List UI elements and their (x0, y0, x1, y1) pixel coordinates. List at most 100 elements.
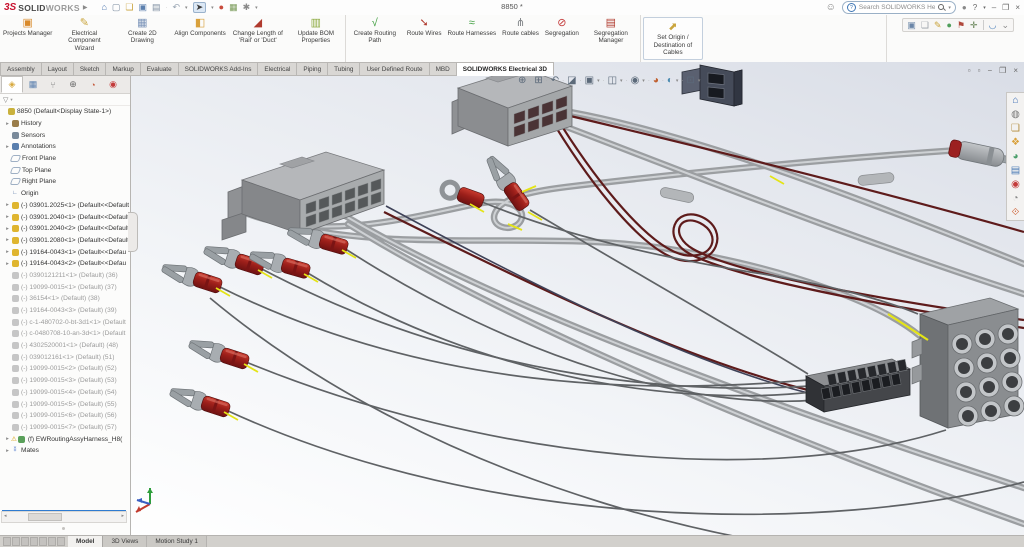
hide-show-items-icon[interactable]: ◉ (631, 75, 640, 86)
tree-item[interactable]: (-) 19099-0015<3> (Default) (53) (0, 375, 130, 387)
twelve-cavity-connector[interactable] (912, 298, 1024, 428)
dropdown-caret-icon[interactable]: ▾ (676, 78, 679, 84)
tab-solidworks-add-ins[interactable]: SOLIDWORKS Add-Ins (179, 62, 259, 76)
align-components-button[interactable]: ◧Align Components (171, 15, 228, 62)
tree-item[interactable]: (-) 4302520001<1> (Default) (48) (0, 340, 130, 352)
scrollbar-thumb[interactable] (28, 513, 62, 521)
file-explorer-icon[interactable]: ❖ (1011, 137, 1020, 148)
view-orientation-icon[interactable]: ▣ (585, 75, 594, 86)
scroll-left-icon[interactable]: ◂ (4, 512, 7, 520)
dropdown-caret-icon[interactable]: ▾ (642, 78, 645, 84)
home-taskpane-icon[interactable]: ⌂ (1012, 95, 1018, 106)
expand-arrow-icon[interactable]: ▸ (4, 448, 11, 454)
set-origin-destination-button[interactable]: ⬈Set Origin / Destination of Cables (643, 17, 703, 60)
panel-flyout-handle[interactable] (128, 212, 138, 252)
tree-item[interactable]: ▸(-) 03901.2040<1> (Default<<Default (0, 211, 130, 223)
projects-manager-button[interactable]: ▣Projects Manager (0, 15, 55, 62)
help-button[interactable]: ? (973, 4, 977, 12)
route-harnesses-button[interactable]: ≈Route Harnesses (444, 15, 499, 62)
tree-item[interactable]: (-) 19164-0043<3> (Default) (39) (0, 305, 130, 317)
dropdown-caret-icon[interactable]: ▾ (597, 78, 600, 84)
tree-filter[interactable]: ▽ ▾ (0, 94, 130, 106)
displaymanager-tab[interactable]: ◔ (83, 77, 103, 92)
zoom-area-icon[interactable]: ⊞ (534, 75, 542, 86)
tree-item[interactable]: (-) 039012161<1> (Default) (51) (0, 351, 130, 363)
configurationmanager-tab[interactable]: ⑂ (43, 77, 63, 92)
tab-tubing[interactable]: Tubing (328, 62, 360, 76)
tree-item[interactable]: 8850 (Default<Display State-1>) (0, 106, 130, 118)
graphics-area[interactable]: ⊕·⊞·↶·◪·▣▾·◫▾·◉▾·◕·◐▾·⊡▾ ▫▫−❐× ⌂◍❏❖◕▤◉◔⟐ (130, 62, 1024, 538)
tree-item[interactable]: (-) 0390121211<1> (Default) (36) (0, 270, 130, 282)
electrical-taskpane-icon[interactable]: ◉ (1011, 179, 1020, 190)
tab-markup[interactable]: Markup (106, 62, 140, 76)
fork-terminal[interactable] (167, 383, 232, 420)
minimize-doc-icon[interactable]: − (987, 66, 992, 75)
create-2d-drawing-button[interactable]: ▦Create 2D Drawing (113, 15, 171, 62)
tab-evaluate[interactable]: Evaluate (141, 62, 179, 76)
collapse-ribbon-icon[interactable]: ⌄ (1001, 20, 1009, 30)
tree-item[interactable]: ▸(-) 03901.2040<2> (Default<<Default (0, 223, 130, 235)
tab-assembly[interactable]: Assembly (0, 62, 42, 76)
tree-item[interactable]: ∟Origin (0, 188, 130, 200)
tree-item[interactable]: Right Plane (0, 176, 130, 188)
model-tab-3d-views[interactable]: 3D Views (103, 536, 147, 547)
segregation-manager-button[interactable]: ▤Segregation Manager (582, 15, 640, 62)
minimize-button[interactable]: – (992, 4, 996, 12)
expand-arrow-icon[interactable]: ▸ (4, 144, 11, 150)
model-tab-motion-study-1[interactable]: Motion Study 1 (147, 536, 207, 547)
propertymanager-tab[interactable]: ▦ (23, 77, 43, 92)
expand-arrow-icon[interactable]: ▸ (4, 436, 11, 442)
help-caret-icon[interactable]: ▾ (983, 4, 986, 12)
change-length-button[interactable]: ◢Change Length of 'Rail' or 'Duct' (229, 15, 287, 62)
featuremanager-tree-tab[interactable]: ◈ (1, 76, 23, 93)
appearances-icon[interactable]: ◕ (1012, 151, 1018, 162)
restore-doc-icon[interactable]: ❐ (999, 66, 1006, 75)
sketch-icon[interactable]: ◡ (989, 20, 997, 30)
electrical-component-wizard-button[interactable]: ✎Electrical Component Wizard (55, 15, 113, 62)
tab-layout[interactable]: Layout (42, 62, 74, 76)
new-window-icon[interactable]: ▫ (968, 66, 971, 75)
feedback-smiley-icon[interactable]: ☺ (826, 2, 836, 13)
tree-item[interactable]: ▸History (0, 118, 130, 130)
layers-icon[interactable]: ❏ (921, 20, 929, 30)
tree-item[interactable]: ▸⚠(f) EWRoutingAssyHarness_H8( (0, 433, 130, 445)
search-icon[interactable] (938, 4, 945, 11)
tree-item[interactable]: (-) 19099-0015<5> (Default) (55) (0, 398, 130, 410)
tab-piping[interactable]: Piping (297, 62, 328, 76)
tools-icon[interactable]: ✛ (970, 20, 978, 30)
tree-item[interactable]: (-) 19099-0015<1> (Default) (37) (0, 281, 130, 293)
segregation-button[interactable]: ⊘Segregation (542, 15, 582, 62)
create-routing-path-button[interactable]: √Create Routing Path (346, 15, 404, 62)
filter-funnel-icon[interactable]: ▽ (3, 96, 8, 104)
flag-icon[interactable]: ⚑ (957, 20, 965, 30)
tree-horizontal-scrollbar[interactable]: ◂ ▸ (1, 511, 127, 523)
close-doc-icon[interactable]: × (1013, 66, 1018, 75)
help-search-box[interactable]: ? Search SOLIDWORKS Help ▾ (842, 1, 956, 14)
edit-annotations-icon[interactable]: ✎ (934, 20, 942, 30)
tree-item[interactable]: (-) 36154<1> (Default) (38) (0, 293, 130, 305)
zoom-fit-icon[interactable]: ⊕ (518, 75, 526, 86)
sixteen-pin-connector[interactable] (806, 359, 910, 412)
tab-mbd[interactable]: MBD (430, 62, 457, 76)
filter-caret-icon[interactable]: ▾ (10, 97, 12, 103)
xpress-icon[interactable]: ⟐ (1012, 207, 1020, 218)
apply-scene-icon[interactable]: ◐ (667, 75, 673, 86)
tab-user-defined-route[interactable]: User Defined Route (360, 62, 429, 76)
tree-item[interactable]: ▸⁑Mates (0, 445, 130, 457)
tree-item[interactable]: ▸Annotations (0, 141, 130, 153)
window-icon[interactable]: ▣ (907, 20, 916, 30)
user-account-icon[interactable]: ● (962, 4, 967, 12)
search-dropdown-icon[interactable]: ▾ (948, 5, 951, 11)
panel-resize-grip[interactable] (62, 527, 65, 530)
previous-view-icon[interactable]: ↶ (551, 75, 559, 86)
tree-item[interactable]: Front Plane (0, 153, 130, 165)
expand-arrow-icon[interactable]: ▸ (4, 214, 11, 220)
tab-scroll-buttons[interactable] (0, 536, 68, 547)
tab-sketch[interactable]: Sketch (74, 62, 107, 76)
tree-item[interactable]: Top Plane (0, 164, 130, 176)
section-view-icon[interactable]: ◪ (567, 75, 576, 86)
forum-icon[interactable]: ◔ (1012, 193, 1018, 204)
tree-item[interactable]: ▸(-) 03901.2025<1> (Default<<Default (0, 200, 130, 212)
tree-item[interactable]: Sensors (0, 129, 130, 141)
tree-item[interactable]: (-) 19099-0015<4> (Default) (54) (0, 387, 130, 399)
